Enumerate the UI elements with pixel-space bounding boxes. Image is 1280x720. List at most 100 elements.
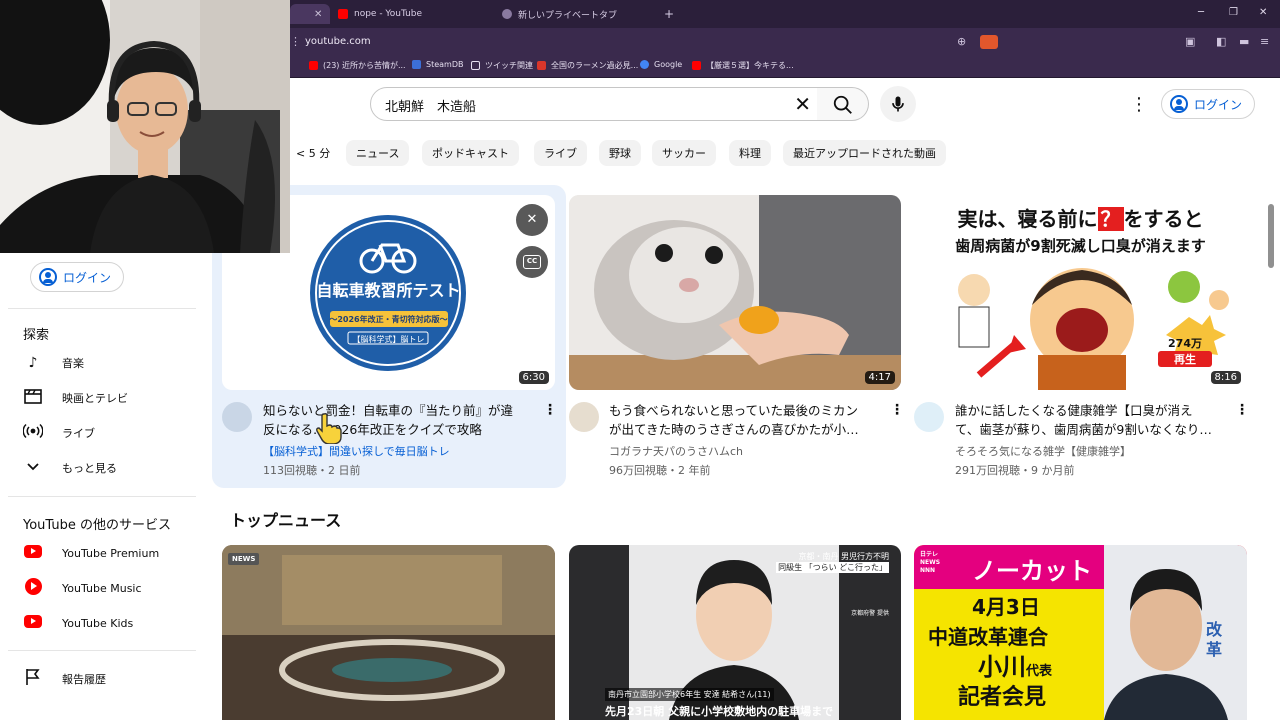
- chip-under-5-min[interactable]: < 5 分: [288, 140, 341, 166]
- chip-live[interactable]: ライブ: [534, 140, 587, 166]
- news-thumbnail[interactable]: 京都・南丹 男児行方不明 同級生 「つらい どこ行った」 京都府警 提供 南丹市…: [569, 545, 901, 720]
- services-heading: YouTube の他のサービス: [23, 518, 171, 533]
- user-circle-icon: [1170, 95, 1188, 113]
- bookmark-item[interactable]: ツイッチ関連: [471, 60, 533, 71]
- youtube-premium-icon: [22, 544, 44, 562]
- video-title[interactable]: 誰かに話したくなる健康雑学【口臭が消え て、歯茎が蘇り、歯周病菌が9割いなくなり…: [955, 401, 1230, 439]
- bookmark-label: Google: [654, 60, 683, 69]
- un-council-image: [222, 545, 555, 720]
- new-tab-button[interactable]: +: [664, 4, 674, 24]
- news-line: 小川代表: [978, 647, 1052, 682]
- bookmark-label: SteamDB: [426, 60, 464, 69]
- news-headline: ノーカット: [972, 557, 1092, 585]
- login-label: ログイン: [63, 270, 112, 285]
- chip-recently-uploaded[interactable]: 最近アップロードされた動画: [783, 140, 946, 166]
- minimize-icon[interactable]: ─: [1198, 7, 1204, 18]
- sidebar-login-button[interactable]: ログイン: [30, 262, 125, 292]
- sidebar-item-music-app[interactable]: YouTube Music: [22, 575, 202, 601]
- site-info-icon[interactable]: ⋮: [290, 35, 301, 48]
- search-button[interactable]: [817, 87, 869, 121]
- bookmark-item[interactable]: 全国のラーメン過必見...: [537, 60, 638, 71]
- menu-icon[interactable]: ≡: [1260, 35, 1269, 48]
- search-input[interactable]: 北朝鮮 木造船 ✕: [370, 87, 818, 121]
- maximize-icon[interactable]: ❐: [1229, 7, 1238, 18]
- chip-cooking[interactable]: 料理: [729, 140, 771, 166]
- sidebar-item-report-history[interactable]: 報告履歴: [22, 666, 202, 692]
- sidebar-item-premium[interactable]: YouTube Premium: [22, 540, 202, 566]
- settings-menu-icon[interactable]: ⋮: [1130, 94, 1148, 115]
- webcam-overlay: [0, 0, 290, 253]
- sidebar-item-label: もっと見る: [62, 462, 117, 475]
- news-thumbnail[interactable]: 日テレ NEWS NNN ノーカット 4月3日 中道改革連合 小川代表 記者会見…: [914, 545, 1247, 720]
- sidebar-item-kids[interactable]: YouTube Kids: [22, 610, 202, 636]
- bookmark-item[interactable]: Google: [640, 60, 682, 69]
- sidebar-item-live[interactable]: ライブ: [22, 420, 202, 446]
- chip-soccer[interactable]: サッカー: [652, 140, 716, 166]
- close-tab-icon[interactable]: ✕: [314, 9, 322, 20]
- rabbit-thumbnail: [569, 195, 901, 390]
- tab-youtube[interactable]: nope - YouTube: [338, 4, 422, 24]
- panel-icon[interactable]: ◧: [1216, 35, 1226, 48]
- login-label: ログイン: [1194, 97, 1243, 112]
- photo-credit: 京都府警 提供: [851, 610, 889, 617]
- title-line: が出てきた時のうさぎさんの喜びかたが小…: [609, 422, 859, 437]
- page-scrollbar[interactable]: [1268, 204, 1274, 268]
- shield-icon: [502, 9, 512, 19]
- channel-avatar[interactable]: [569, 402, 599, 432]
- video-menu-icon[interactable]: ⋮: [543, 402, 557, 418]
- duration-badge: 4:17: [864, 371, 895, 384]
- tab-private[interactable]: 新しいプライベートタブ: [502, 4, 617, 24]
- duration-badge: 8:16: [1210, 371, 1241, 384]
- video-thumbnail[interactable]: 実は、寝る前に？をすると 歯周病菌が9割死滅し口臭が消えます 274万 再生 8…: [914, 195, 1247, 390]
- sidebar-item-music[interactable]: ♪ 音楽: [22, 350, 202, 376]
- chip-podcast[interactable]: ポッドキャスト: [422, 140, 519, 166]
- video-menu-icon[interactable]: ⋮: [890, 402, 904, 418]
- channel-name[interactable]: 【脳科学式】間違い探しで毎日脳トレ: [263, 443, 450, 459]
- tab-close-area[interactable]: ✕: [290, 4, 330, 24]
- vpn-icon[interactable]: ▬: [1239, 35, 1249, 48]
- chip-news[interactable]: ニュース: [346, 140, 410, 166]
- channel-name[interactable]: そろそろ気になる雑学【健康雑学】: [955, 443, 1131, 459]
- video-menu-icon[interactable]: ⋮: [1235, 402, 1249, 418]
- music-note-icon: ♪: [28, 355, 38, 371]
- bookmark-item[interactable]: (23) 近所から苦情が...: [309, 60, 406, 71]
- sidebar-item-movies[interactable]: 映画とテレビ: [22, 385, 202, 411]
- thumb-subtitle: 〜2026年改正・青切符対応版〜: [329, 315, 448, 324]
- bookmark-label: ツイッチ関連: [485, 61, 533, 70]
- zoom-icon[interactable]: ⊕: [957, 35, 966, 48]
- video-meta: 96万回視聴・2 年前: [609, 464, 711, 477]
- channel-name[interactable]: コガラナ天パのうさハムch: [609, 443, 743, 459]
- video-meta: 113回視聴・2 日前: [263, 464, 361, 477]
- thumb-line-1: 実は、寝る前に？をすると: [914, 203, 1247, 232]
- title-line: 反になる…2026年改正をクイズで攻略: [263, 422, 482, 437]
- explore-heading: 探索: [23, 328, 50, 343]
- news-caption: 南丹市立園部小学校6年生 安達 結希さん(11): [605, 688, 774, 701]
- ramen-icon: [537, 61, 546, 70]
- sidebar-item-show-more[interactable]: もっと見る: [22, 455, 202, 481]
- clear-search-icon[interactable]: ✕: [794, 92, 811, 116]
- close-window-icon[interactable]: ✕: [1259, 7, 1267, 18]
- sidebar-toggle-icon[interactable]: ▣: [1185, 35, 1195, 48]
- channel-avatar[interactable]: [914, 402, 944, 432]
- mute-icon[interactable]: ✕: [516, 204, 548, 236]
- microphone-icon: [892, 96, 904, 112]
- bookmark-item[interactable]: SteamDB: [412, 60, 463, 69]
- video-thumbnail[interactable]: 4:17: [569, 195, 901, 390]
- divider: [8, 308, 196, 309]
- news-thumbnail[interactable]: NEWS: [222, 545, 555, 720]
- brave-shield-icon[interactable]: [980, 35, 998, 49]
- video-title[interactable]: もう食べられないと思っていた最後のミカン が出てきた時のうさぎさんの喜びかたが小…: [609, 401, 884, 439]
- flag-icon: [22, 668, 44, 690]
- channel-avatar[interactable]: [222, 402, 252, 432]
- video-title[interactable]: 知らないと罰金！自転車の『当たり前』が違 反になる…2026年改正をクイズで攻略: [263, 401, 538, 439]
- bookmark-item[interactable]: 【厳選５選】今キテる...: [692, 60, 794, 71]
- voice-search-button[interactable]: [880, 86, 916, 122]
- thumb-line-2: 歯周病菌が9割死滅し口臭が消えます: [955, 237, 1206, 255]
- captions-button[interactable]: CC: [516, 246, 548, 278]
- chip-baseball[interactable]: 野球: [599, 140, 641, 166]
- folder-icon: [471, 61, 480, 70]
- url-text[interactable]: youtube.com: [305, 36, 371, 47]
- login-button[interactable]: ログイン: [1161, 89, 1256, 119]
- badge-text: 再生: [1158, 351, 1212, 367]
- bookmark-label: 【厳選５選】今キテる...: [706, 61, 794, 70]
